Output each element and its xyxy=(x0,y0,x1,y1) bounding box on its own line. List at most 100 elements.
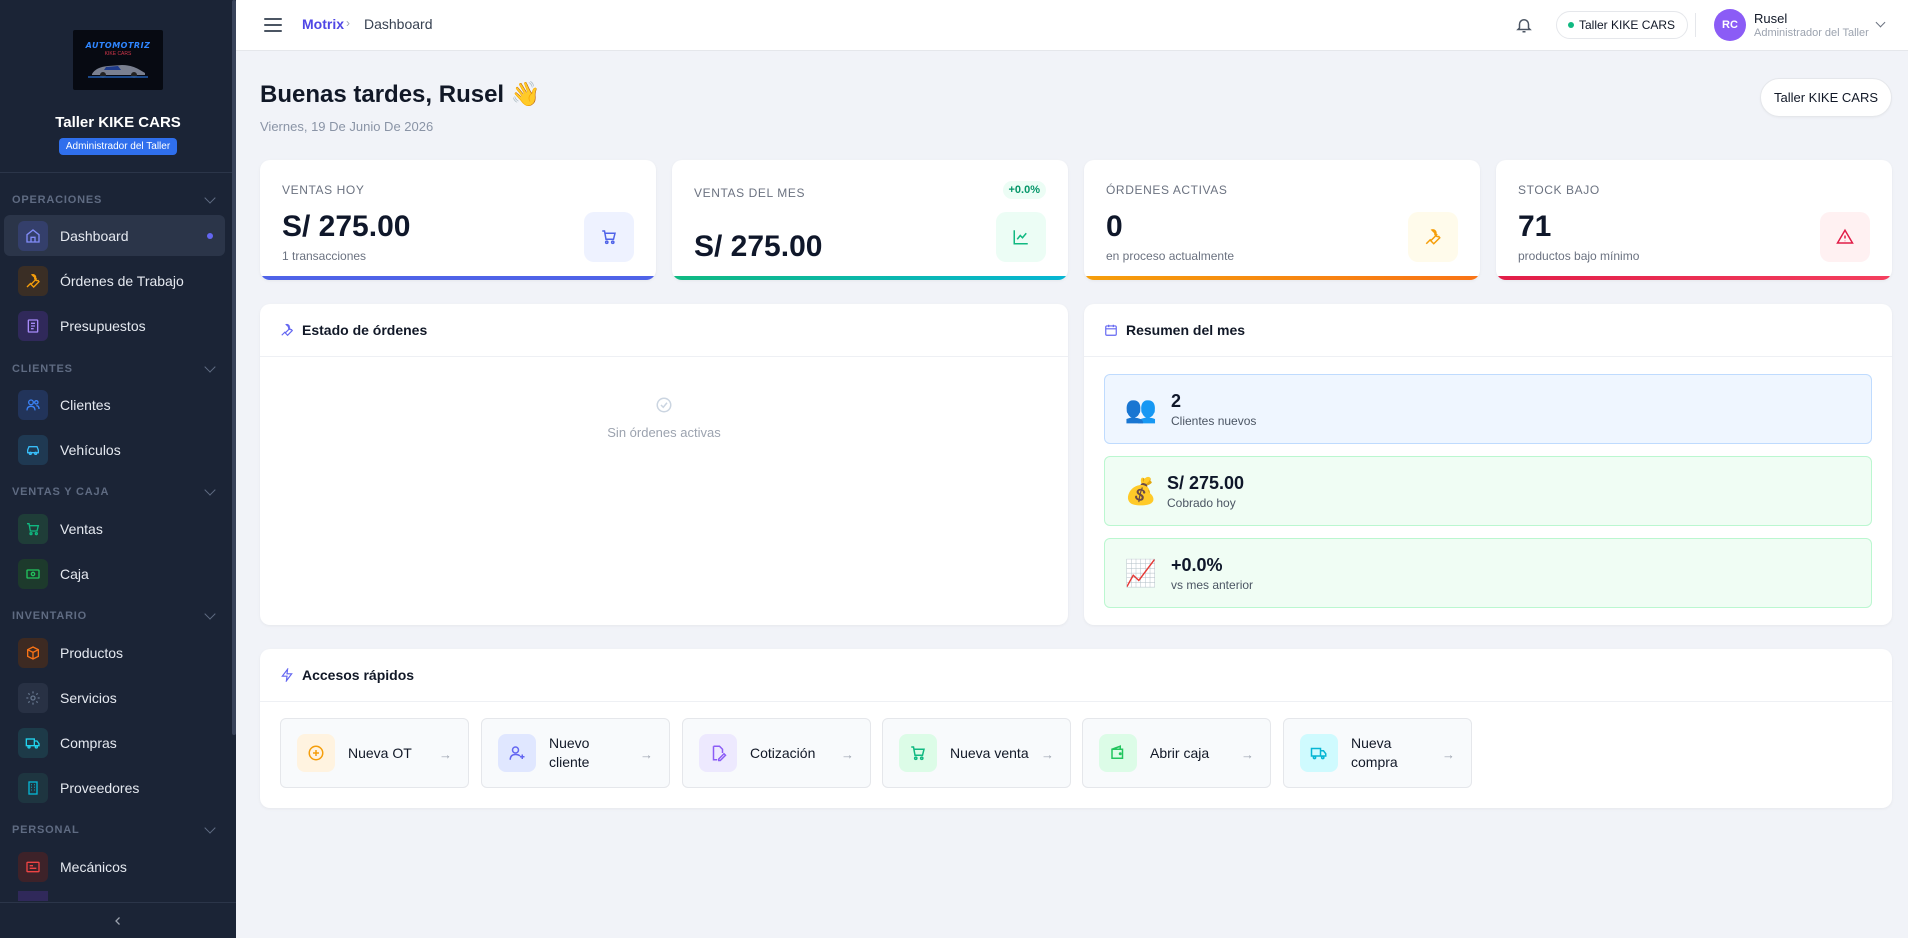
chevron-down-icon[interactable] xyxy=(1875,17,1886,28)
panel-header: Resumen del mes xyxy=(1084,304,1892,357)
chevron-left-icon xyxy=(115,916,120,925)
chevron-down-icon xyxy=(204,822,216,834)
sidebar-item-proveedores[interactable]: Proveedores xyxy=(4,767,225,808)
stat-value: S/ 275.00 xyxy=(282,210,411,243)
sidebar-item-servicios[interactable]: Servicios xyxy=(4,677,225,718)
section-operaciones[interactable]: OPERACIONES xyxy=(12,192,218,206)
id-card-icon xyxy=(18,851,48,882)
page-title: Buenas tardes, Rusel 👋 xyxy=(260,81,541,108)
sidebar-item-ordenes[interactable]: Órdenes de Trabajo xyxy=(4,260,225,301)
sidebar-item-label: Vehículos xyxy=(60,441,121,458)
chart-increasing-icon: 📈 xyxy=(1124,557,1158,588)
quick-abrir-caja-button[interactable]: Abrir caja → xyxy=(1082,718,1271,788)
summary-label: Cobrado hoy xyxy=(1167,495,1236,510)
sidebar-item-ventas[interactable]: Ventas xyxy=(4,508,225,549)
cart-icon xyxy=(584,212,634,262)
quick-nueva-ot-button[interactable]: Nueva OT → xyxy=(280,718,469,788)
sidebar-item-vehiculos[interactable]: Vehículos xyxy=(4,429,225,470)
panel-title: Resumen del mes xyxy=(1126,322,1246,338)
topbar: Motrix › Dashboard Taller KIKE CARS RC R… xyxy=(236,0,1908,51)
sidebar-item-label: Mecánicos xyxy=(60,858,127,875)
quick-nueva-venta-button[interactable]: Nueva venta → xyxy=(882,718,1071,788)
sidebar-item-productos[interactable]: Productos xyxy=(4,632,225,673)
section-inventario[interactable]: INVENTARIO xyxy=(12,608,218,622)
summary-label: Clientes nuevos xyxy=(1171,413,1257,428)
chevron-down-icon xyxy=(204,192,216,204)
stat-label: STOCK BAJO xyxy=(1518,183,1600,197)
sidebar-item-caja[interactable]: Caja xyxy=(4,553,225,594)
breadcrumb-app[interactable]: Motrix xyxy=(302,16,344,32)
divider xyxy=(1695,13,1696,37)
user-name[interactable]: Rusel xyxy=(1754,11,1787,26)
breadcrumb-current: Dashboard xyxy=(364,16,433,32)
stat-label: ÓRDENES ACTIVAS xyxy=(1106,183,1228,197)
edit-document-icon xyxy=(699,734,737,772)
sidebar-item-label: Órdenes de Trabajo xyxy=(60,272,184,289)
truck-icon xyxy=(1300,734,1338,772)
money-bag-icon: 💰 xyxy=(1124,475,1158,506)
sidebar-item-partial xyxy=(4,891,225,901)
collapse-sidebar-button[interactable] xyxy=(0,902,236,938)
status-dot xyxy=(1568,22,1574,28)
section-title: OPERACIONES xyxy=(12,194,103,206)
quick-label: Nueva venta xyxy=(950,744,1029,761)
breadcrumb-separator-icon: › xyxy=(346,16,350,30)
shop-selector[interactable]: Taller KIKE CARS xyxy=(1556,11,1689,39)
sidebar-item-label: Caja xyxy=(60,565,89,582)
stat-card-ventas-mes: VENTAS DEL MES +0.0% S/ 275.00 xyxy=(672,160,1068,280)
shop-button[interactable]: Taller KIKE CARS xyxy=(1760,78,1892,117)
quick-nueva-compra-button[interactable]: Nueva compra → xyxy=(1283,718,1472,788)
truck-icon xyxy=(18,727,48,758)
sidebar-scrollbar[interactable] xyxy=(232,0,236,735)
stat-accent-bar xyxy=(1084,276,1480,280)
arrow-right-icon: → xyxy=(1241,747,1254,762)
stat-accent-bar xyxy=(1496,276,1892,280)
check-circle-icon xyxy=(656,397,672,413)
section-title: VENTAS Y CAJA xyxy=(12,486,110,498)
logo-subtext: KIKE CARS xyxy=(104,51,132,57)
user-plus-icon xyxy=(498,734,536,772)
arrow-right-icon: → xyxy=(841,747,854,762)
stat-label: VENTAS DEL MES xyxy=(694,186,806,200)
sidebar-item-presupuestos[interactable]: Presupuestos xyxy=(4,305,225,346)
quick-cotizacion-button[interactable]: Cotización → xyxy=(682,718,871,788)
avatar[interactable]: RC xyxy=(1714,9,1746,41)
sidebar-item-clientes[interactable]: Clientes xyxy=(4,384,225,425)
sidebar-item-mecanicos[interactable]: Mecánicos xyxy=(4,846,225,887)
sidebar-item-label: Servicios xyxy=(60,689,117,706)
section-personal[interactable]: PERSONAL xyxy=(12,822,218,836)
stat-sub: productos bajo mínimo xyxy=(1518,249,1640,263)
section-title: INVENTARIO xyxy=(12,610,88,622)
arrow-right-icon: → xyxy=(1041,747,1054,762)
quick-label: Cotización xyxy=(750,744,816,761)
trend-chart-icon xyxy=(996,212,1046,262)
sidebar-item-dashboard[interactable]: Dashboard xyxy=(4,215,225,256)
arrow-right-icon: → xyxy=(439,747,452,762)
sidebar-item-compras[interactable]: Compras xyxy=(4,722,225,763)
bell-icon[interactable] xyxy=(1515,16,1533,34)
stat-sub: 1 transacciones xyxy=(282,249,367,263)
stat-accent-bar xyxy=(260,276,656,280)
arrow-right-icon: → xyxy=(1442,747,1455,762)
users-icon xyxy=(18,389,48,420)
menu-toggle-icon[interactable] xyxy=(264,18,282,32)
wrench-icon xyxy=(281,323,294,337)
shop-selector-label: Taller KIKE CARS xyxy=(1579,18,1676,32)
role-badge: Administrador del Taller xyxy=(58,138,178,155)
user-role: Administrador del Taller xyxy=(1754,27,1869,39)
stat-card-ventas-hoy: VENTAS HOY S/ 275.00 1 transacciones xyxy=(260,160,656,280)
summary-label: vs mes anterior xyxy=(1171,577,1254,592)
panel-header: Estado de órdenes xyxy=(260,304,1068,357)
panel-header: Accesos rápidos xyxy=(260,649,1892,702)
quick-nuevo-cliente-button[interactable]: Nuevo cliente → xyxy=(481,718,670,788)
arrow-right-icon: → xyxy=(640,747,653,762)
section-title: CLIENTES xyxy=(12,363,73,375)
summary-value: +0.0% xyxy=(1171,554,1223,575)
summary-item-cobrado: 💰 S/ 275.00 Cobrado hoy xyxy=(1104,456,1872,526)
section-ventas-caja[interactable]: VENTAS Y CAJA xyxy=(12,484,218,498)
cart-icon xyxy=(18,513,48,544)
wallet-icon xyxy=(1099,734,1137,772)
month-summary-panel: Resumen del mes 👥 2 Clientes nuevos 💰 S/ … xyxy=(1084,304,1892,625)
section-clientes[interactable]: CLIENTES xyxy=(12,361,218,375)
cart-icon xyxy=(899,734,937,772)
